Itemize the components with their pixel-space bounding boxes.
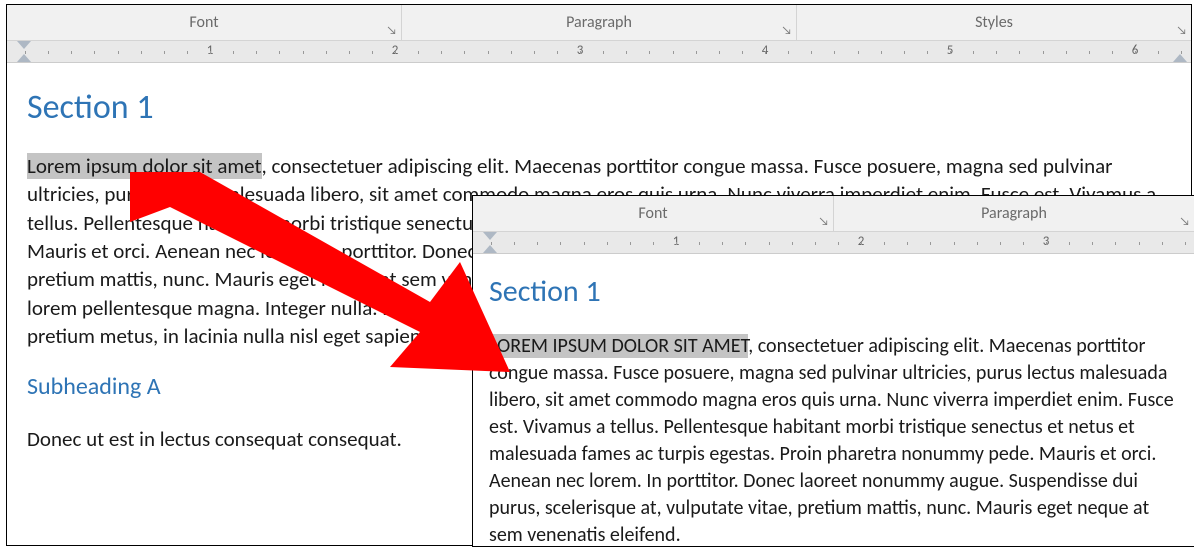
paragraph: LOREM IPSUM DOLOR SIT AMET, consectetuer… <box>489 333 1178 548</box>
word-window-after: Font ↘ Paragraph ↘ 123 Section 1 LOREM I… <box>472 195 1194 547</box>
hanging-indent-marker[interactable] <box>17 54 31 62</box>
heading-1: Section 1 <box>489 272 1178 313</box>
ribbon-group-label: Font <box>638 204 667 223</box>
heading-1: Section 1 <box>27 85 1171 131</box>
hanging-indent-marker[interactable] <box>483 245 497 253</box>
ribbon-group-label: Styles <box>975 13 1013 32</box>
ribbon-group-paragraph[interactable]: Paragraph ↘ <box>834 196 1194 231</box>
horizontal-ruler[interactable]: 123 <box>473 232 1194 254</box>
ribbon-group-font[interactable]: Font ↘ <box>473 196 834 231</box>
document-area[interactable]: Section 1 LOREM IPSUM DOLOR SIT AMET, co… <box>473 254 1194 547</box>
dialog-launcher-icon[interactable]: ↘ <box>818 215 829 229</box>
ribbon-group-styles[interactable]: Styles ↘ <box>797 5 1191 40</box>
dialog-launcher-icon[interactable]: ↘ <box>1179 215 1190 229</box>
ribbon-group-font[interactable]: Font ↘ <box>7 5 402 40</box>
paragraph-text: , consectetuer adipiscing elit. Maecenas… <box>489 334 1174 547</box>
horizontal-ruler[interactable]: 123456 <box>7 41 1191 63</box>
ribbon-groups: Font ↘ Paragraph ↘ Styles ↘ <box>7 5 1191 41</box>
first-line-indent-marker[interactable] <box>17 41 31 49</box>
ribbon-group-label: Paragraph <box>566 13 632 32</box>
ribbon-group-paragraph[interactable]: Paragraph ↘ <box>402 5 797 40</box>
ribbon-groups: Font ↘ Paragraph ↘ <box>473 196 1194 232</box>
dialog-launcher-icon[interactable]: ↘ <box>1176 24 1187 38</box>
ribbon-group-label: Font <box>189 13 218 32</box>
dialog-launcher-icon[interactable]: ↘ <box>781 24 792 38</box>
selected-text[interactable]: LOREM IPSUM DOLOR SIT AMET <box>489 334 748 358</box>
ribbon-group-label: Paragraph <box>981 204 1047 223</box>
dialog-launcher-icon[interactable]: ↘ <box>386 24 397 38</box>
right-indent-marker[interactable] <box>1173 54 1187 62</box>
selected-text[interactable]: Lorem ipsum dolor sit amet <box>27 153 262 179</box>
first-line-indent-marker[interactable] <box>483 232 497 240</box>
